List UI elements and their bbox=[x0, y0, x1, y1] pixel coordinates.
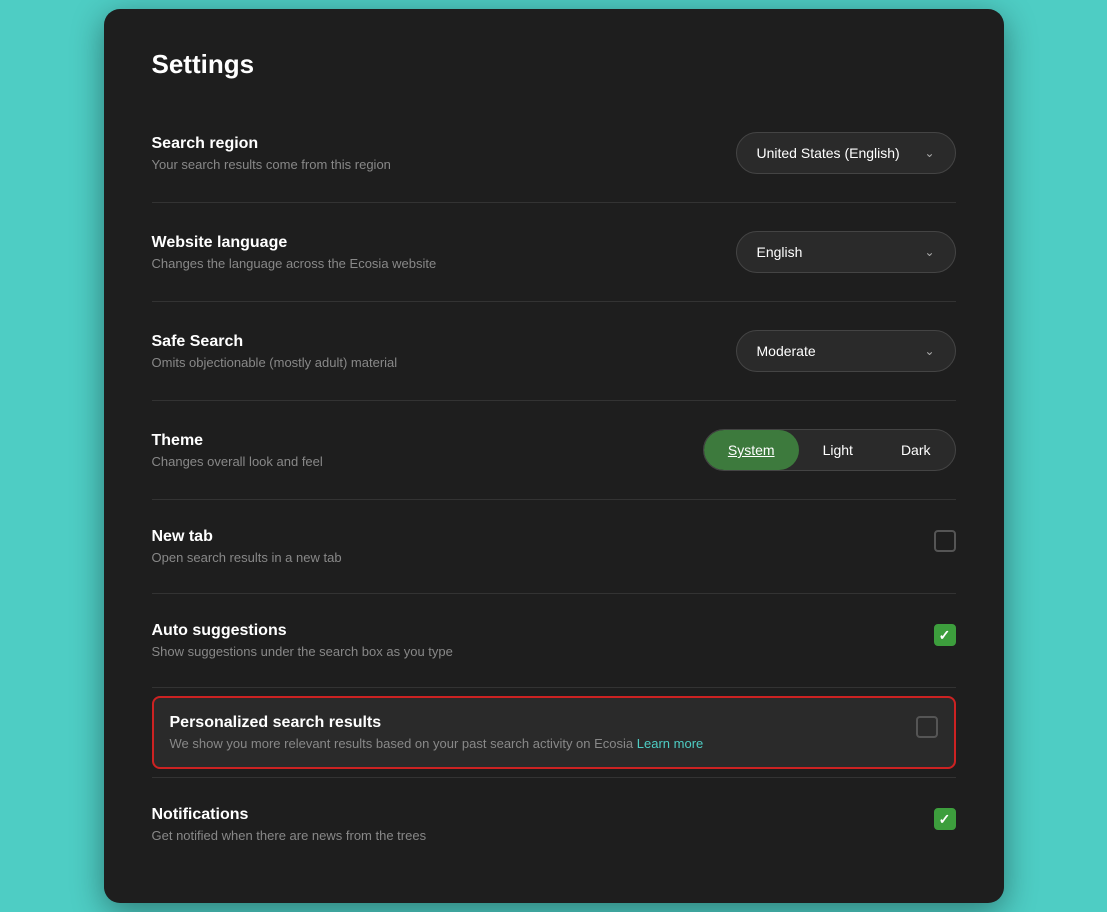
search-region-description: Your search results come from this regio… bbox=[152, 157, 696, 172]
website-language-row: Website language Changes the language ac… bbox=[152, 211, 956, 293]
website-language-description: Changes the language across the Ecosia w… bbox=[152, 256, 696, 271]
theme-row: Theme Changes overall look and feel Syst… bbox=[152, 409, 956, 491]
website-language-control: English ⌄ bbox=[736, 231, 956, 273]
notifications-control bbox=[934, 808, 956, 830]
theme-light-button[interactable]: Light bbox=[799, 430, 877, 470]
website-language-dropdown[interactable]: English ⌄ bbox=[736, 231, 956, 273]
safe-search-dropdown[interactable]: Moderate ⌄ bbox=[736, 330, 956, 372]
safe-search-heading: Safe Search bbox=[152, 333, 696, 351]
settings-panel: Settings Search region Your search resul… bbox=[104, 9, 1004, 903]
search-region-row: Search region Your search results come f… bbox=[152, 112, 956, 194]
divider-7 bbox=[152, 777, 956, 778]
search-region-control: United States (English) ⌄ bbox=[736, 132, 956, 174]
theme-label: Theme Changes overall look and feel bbox=[152, 432, 663, 469]
new-tab-heading: New tab bbox=[152, 528, 342, 546]
divider-2 bbox=[152, 301, 956, 302]
new-tab-control bbox=[934, 530, 956, 552]
website-language-value: English bbox=[757, 244, 803, 260]
safe-search-control: Moderate ⌄ bbox=[736, 330, 956, 372]
new-tab-description: Open search results in a new tab bbox=[152, 550, 342, 565]
search-region-label: Search region Your search results come f… bbox=[152, 135, 696, 172]
personalized-search-description: We show you more relevant results based … bbox=[170, 736, 704, 751]
divider-3 bbox=[152, 400, 956, 401]
chevron-down-icon: ⌄ bbox=[924, 344, 934, 358]
search-region-heading: Search region bbox=[152, 135, 696, 153]
divider-6 bbox=[152, 687, 956, 688]
auto-suggestions-checkbox[interactable] bbox=[934, 624, 956, 646]
safe-search-value: Moderate bbox=[757, 343, 816, 359]
personalized-search-control bbox=[916, 716, 938, 738]
theme-toggle-group: System Light Dark bbox=[703, 429, 956, 471]
search-region-dropdown[interactable]: United States (English) ⌄ bbox=[736, 132, 956, 174]
notifications-heading: Notifications bbox=[152, 806, 427, 824]
safe-search-row: Safe Search Omits objectionable (mostly … bbox=[152, 310, 956, 392]
search-region-value: United States (English) bbox=[757, 145, 900, 161]
divider-4 bbox=[152, 499, 956, 500]
theme-heading: Theme bbox=[152, 432, 663, 450]
auto-suggestions-row: Auto suggestions Show suggestions under … bbox=[152, 602, 956, 679]
website-language-label: Website language Changes the language ac… bbox=[152, 234, 696, 271]
new-tab-checkbox[interactable] bbox=[934, 530, 956, 552]
safe-search-label: Safe Search Omits objectionable (mostly … bbox=[152, 333, 696, 370]
personalized-search-inner: Personalized search results We show you … bbox=[170, 714, 938, 751]
new-tab-label: New tab Open search results in a new tab bbox=[152, 528, 342, 565]
divider-5 bbox=[152, 593, 956, 594]
divider-1 bbox=[152, 202, 956, 203]
auto-suggestions-description: Show suggestions under the search box as… bbox=[152, 644, 453, 659]
theme-system-button[interactable]: System bbox=[704, 430, 799, 470]
auto-suggestions-label: Auto suggestions Show suggestions under … bbox=[152, 622, 453, 659]
new-tab-row: New tab Open search results in a new tab bbox=[152, 508, 956, 585]
theme-control: System Light Dark bbox=[703, 429, 956, 471]
auto-suggestions-heading: Auto suggestions bbox=[152, 622, 453, 640]
notifications-description: Get notified when there are news from th… bbox=[152, 828, 427, 843]
settings-title: Settings bbox=[152, 49, 956, 80]
notifications-label: Notifications Get notified when there ar… bbox=[152, 806, 427, 843]
learn-more-link[interactable]: Learn more bbox=[637, 736, 703, 751]
notifications-checkbox[interactable] bbox=[934, 808, 956, 830]
theme-description: Changes overall look and feel bbox=[152, 454, 663, 469]
chevron-down-icon: ⌄ bbox=[924, 146, 934, 160]
safe-search-description: Omits objectionable (mostly adult) mater… bbox=[152, 355, 696, 370]
personalized-search-label: Personalized search results We show you … bbox=[170, 714, 704, 751]
personalized-search-highlighted-row: Personalized search results We show you … bbox=[152, 696, 956, 769]
theme-dark-button[interactable]: Dark bbox=[877, 430, 955, 470]
website-language-heading: Website language bbox=[152, 234, 696, 252]
personalized-search-checkbox[interactable] bbox=[916, 716, 938, 738]
chevron-down-icon: ⌄ bbox=[924, 245, 934, 259]
auto-suggestions-control bbox=[934, 624, 956, 646]
notifications-row: Notifications Get notified when there ar… bbox=[152, 786, 956, 863]
personalized-search-heading: Personalized search results bbox=[170, 714, 704, 732]
